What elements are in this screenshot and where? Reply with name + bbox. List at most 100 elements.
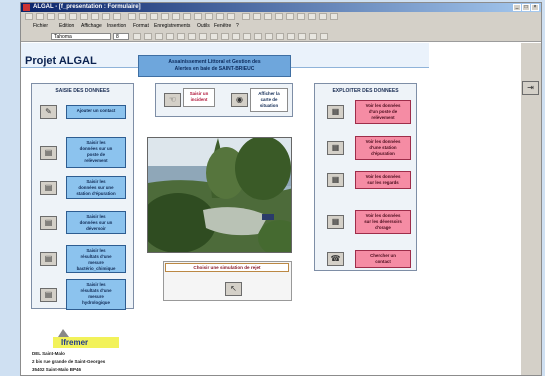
toolbar-button[interactable] [172, 13, 180, 20]
toolbar-button[interactable] [102, 13, 110, 20]
close-icon[interactable]: × [531, 4, 539, 11]
report-icon[interactable]: ▦ [327, 173, 344, 187]
toolbar-button[interactable] [36, 13, 44, 20]
format-button[interactable] [188, 33, 196, 40]
toolbar-button[interactable] [128, 13, 136, 20]
font-select[interactable]: Tahoma [51, 33, 111, 40]
menu-item[interactable]: Affichage [81, 22, 102, 31]
format-button[interactable] [232, 33, 240, 40]
data-entry-button[interactable]: Saisir les résultats d'une mesure bactério_… [66, 245, 126, 273]
format-button[interactable] [166, 33, 174, 40]
button-label-line: déversoir [86, 226, 106, 231]
simulation-select[interactable]: Choisir une simulation de rejet [165, 263, 289, 272]
toolbar-button[interactable] [330, 13, 338, 20]
format-button[interactable] [309, 33, 317, 40]
report-button[interactable]: Chercher un contact [355, 250, 411, 268]
toolbar-button[interactable] [242, 13, 250, 20]
menu-item[interactable]: Edition [59, 22, 74, 31]
toolbar-button[interactable] [308, 13, 316, 20]
toolbar-button[interactable] [80, 13, 88, 20]
cursor-icon[interactable]: ↖ [225, 282, 242, 296]
format-button[interactable] [144, 33, 152, 40]
report-button[interactable]: Voir les données sur les déversoirs d'orag… [355, 210, 411, 234]
menu-item[interactable]: Enregistrements [154, 22, 190, 31]
show-map-button[interactable]: Afficher la carte de situation [250, 88, 288, 112]
toolbar-button[interactable] [91, 13, 99, 20]
toolbar-button[interactable] [319, 13, 327, 20]
phone-icon[interactable]: ☎ [327, 252, 344, 266]
font-size-select[interactable]: 8 [113, 33, 129, 40]
format-button[interactable] [221, 33, 229, 40]
format-button[interactable] [287, 33, 295, 40]
toolbar-button[interactable] [275, 13, 283, 20]
format-button[interactable] [133, 33, 141, 40]
ifremer-logo-icon [58, 329, 69, 337]
toolbar-button[interactable] [47, 13, 55, 20]
format-button[interactable] [276, 33, 284, 40]
toolbar-button[interactable] [264, 13, 272, 20]
button-label-line: incident [190, 97, 208, 102]
format-toolbar: Tahoma 8 [21, 31, 541, 42]
format-button[interactable] [155, 33, 163, 40]
format-button[interactable] [177, 33, 185, 40]
menu-item[interactable]: ? [236, 22, 239, 31]
project-banner: Assainissement Littoral et Gestion des A… [138, 55, 291, 77]
form-icon[interactable]: ▤ [40, 215, 57, 230]
toolbar-button[interactable] [150, 13, 158, 20]
toolbar-button[interactable] [161, 13, 169, 20]
data-entry-button[interactable]: Ajouter un contact [66, 105, 126, 119]
menu-item[interactable]: Fichier [33, 22, 48, 31]
data-entry-button[interactable]: Saisir les données sur un poste de relèveme… [66, 137, 126, 168]
data-entry-button[interactable]: Saisir les résultats d'une mesure hydrologi… [66, 279, 126, 310]
toolbar-button[interactable] [183, 13, 191, 20]
window-controls: _ □ × [513, 4, 539, 11]
data-entry-button[interactable]: Saisir les données sur une station d'épura… [66, 176, 126, 199]
toolbar-button[interactable] [297, 13, 305, 20]
menu-item[interactable]: Format [133, 22, 149, 31]
toolbar-button[interactable] [194, 13, 202, 20]
right-margin: ⇥ [521, 43, 541, 375]
maximize-icon[interactable]: □ [522, 4, 530, 11]
menu-item[interactable]: Insertion [107, 22, 126, 31]
report-icon[interactable]: ▦ [327, 141, 344, 155]
menu-item[interactable]: Outils [197, 22, 210, 31]
format-button[interactable] [265, 33, 273, 40]
report-button[interactable]: Voir les données d'une station d'épuration [355, 136, 411, 160]
toolbar-button[interactable] [58, 13, 66, 20]
exit-icon[interactable]: ⇥ [522, 81, 539, 95]
hand-icon[interactable]: ☜ [164, 93, 181, 107]
toolbar-button[interactable] [139, 13, 147, 20]
format-button[interactable] [254, 33, 262, 40]
report-incident-button[interactable]: Saisir un incident [183, 88, 215, 107]
globe-icon[interactable]: ◉ [231, 93, 248, 107]
format-button[interactable] [298, 33, 306, 40]
format-button[interactable] [210, 33, 218, 40]
toolbar-button[interactable] [205, 13, 213, 20]
form-icon[interactable]: ▤ [40, 287, 57, 302]
toolbar-button[interactable] [286, 13, 294, 20]
top-actions-panel: ☜ Saisir un incident ◉ Afficher la carte… [155, 83, 293, 117]
contact-icon[interactable]: ✎ [40, 105, 57, 119]
bay-photo [147, 137, 292, 253]
minimize-icon[interactable]: _ [513, 4, 521, 11]
menu-item[interactable]: Fenêtre [214, 22, 231, 31]
app-icon[interactable] [23, 4, 30, 11]
toolbar-button[interactable] [253, 13, 261, 20]
format-button[interactable] [320, 33, 328, 40]
data-entry-button[interactable]: Saisir les données sur un déversoir [66, 211, 126, 234]
form-icon[interactable]: ▤ [40, 145, 57, 160]
report-icon[interactable]: ▦ [327, 215, 344, 229]
form-icon[interactable]: ▤ [40, 180, 57, 195]
format-button[interactable] [199, 33, 207, 40]
report-button[interactable]: Voir les données sur les regards [355, 171, 411, 189]
toolbar-button[interactable] [25, 13, 33, 20]
form-icon[interactable]: ▤ [40, 252, 57, 266]
format-button[interactable] [243, 33, 251, 40]
button-label-line: relèvement [84, 158, 108, 163]
report-button[interactable]: Voir les données d'un poste de relèvement [355, 100, 411, 124]
toolbar-button[interactable] [113, 13, 121, 20]
toolbar-button[interactable] [69, 13, 77, 20]
toolbar-button[interactable] [227, 13, 235, 20]
toolbar-button[interactable] [216, 13, 224, 20]
report-icon[interactable]: ▦ [327, 105, 344, 119]
